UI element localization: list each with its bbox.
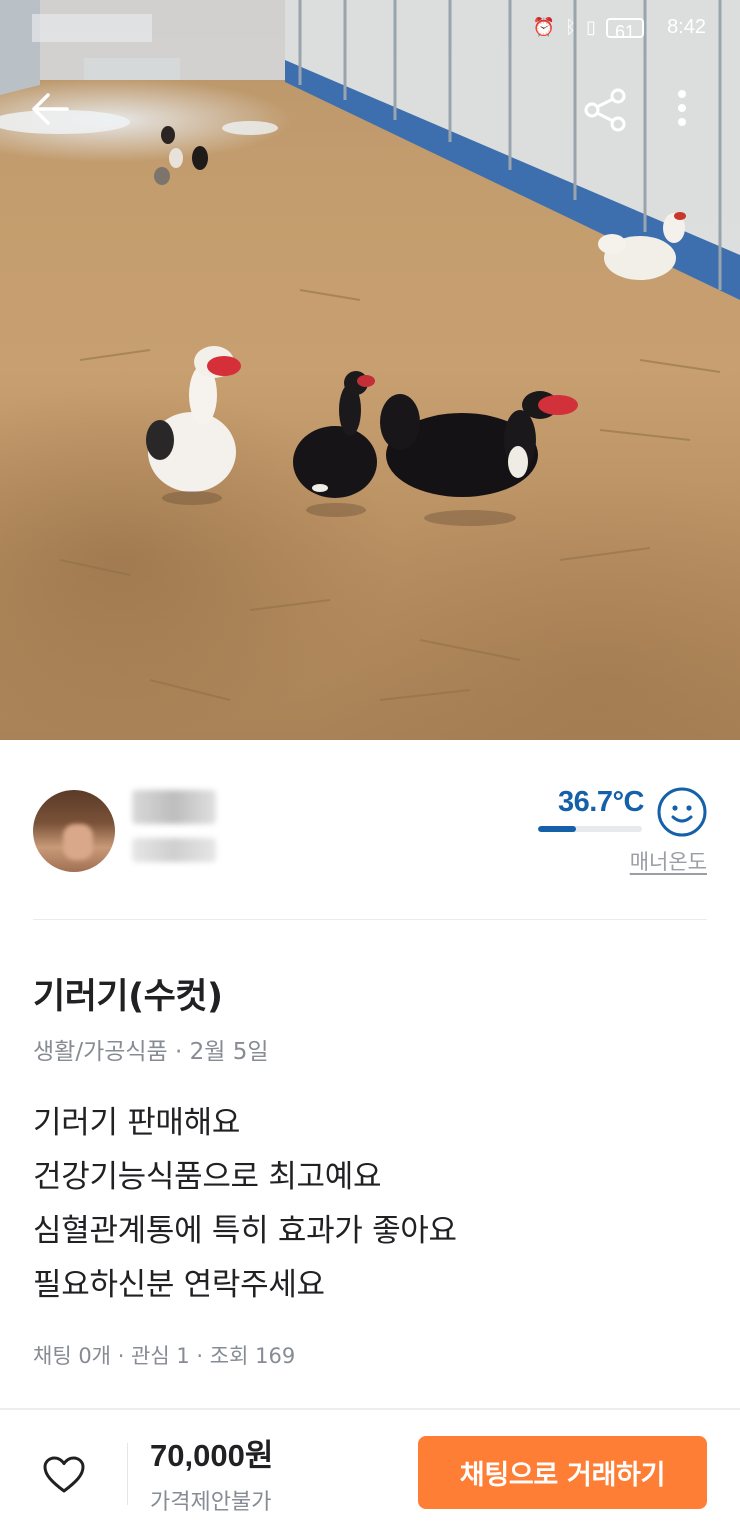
price-note: 가격제안불가: [150, 1490, 272, 1515]
post-meta: 생활/가공식품 · 2월 5일: [33, 1032, 269, 1066]
more-options-button[interactable]: [676, 88, 712, 138]
avatar-face: [63, 824, 93, 860]
stats-separator: ·: [196, 1344, 210, 1368]
chat-trade-button[interactable]: 채팅으로 거래하기: [418, 1436, 707, 1509]
post-body-line: 필요하신분 연락주세요: [33, 1267, 325, 1303]
manner-temperature: 36.7°C: [536, 786, 644, 838]
post-category[interactable]: 생활/가공식품: [33, 1039, 168, 1065]
battery-icon: 61: [606, 18, 644, 42]
temperature-value: 36.7°C: [558, 786, 644, 818]
vibrate-icon: ▯: [586, 17, 596, 38]
manner-temperature-link[interactable]: 매너온도: [630, 846, 707, 876]
meta-separator: ·: [175, 1039, 190, 1065]
chat-count: 채팅 0개: [33, 1344, 111, 1368]
temperature-bar-fill: [538, 826, 577, 832]
bluetooth-icon: ᛒ: [565, 17, 577, 38]
temperature-bar: [538, 826, 642, 832]
divider: [33, 919, 707, 920]
vertical-divider: [127, 1443, 128, 1505]
seller-location-redacted: [132, 838, 216, 862]
alarm-icon: ⏰: [532, 17, 556, 38]
seller-name-redacted: [132, 790, 216, 824]
bottom-action-bar: 70,000원 가격제안불가 채팅으로 거래하기: [0, 1408, 740, 1535]
smile-face-icon: [657, 787, 707, 837]
share-button[interactable]: [584, 88, 634, 138]
status-icons: ⏰ ᛒ ▯ 61: [532, 16, 644, 42]
post-body-line: 건강기능식품으로 최고예요: [33, 1159, 382, 1195]
like-button[interactable]: [36, 1448, 92, 1502]
post-date: 2월 5일: [189, 1039, 269, 1065]
status-bar: ⏰ ᛒ ▯ 61 8:42: [0, 0, 740, 56]
stats-separator: ·: [117, 1344, 132, 1368]
post-stats: 채팅 0개 · 관심 1 · 조회 169: [33, 1340, 295, 1370]
post-body-line: 심혈관계통에 특히 효과가 좋아요: [33, 1213, 457, 1249]
post-body: 기러기 판매해요 건강기능식품으로 최고예요 심혈관계통에 특히 효과가 좋아요…: [33, 1096, 713, 1312]
avatar[interactable]: [33, 790, 115, 872]
back-button[interactable]: [30, 92, 82, 136]
view-count: 조회 169: [209, 1344, 296, 1368]
more-vertical-icon: [678, 90, 686, 126]
like-count: 관심 1: [131, 1344, 190, 1368]
price: 70,000원: [150, 1438, 274, 1473]
heart-icon: [43, 1456, 85, 1493]
post-body-line: 기러기 판매해요: [33, 1105, 241, 1141]
back-arrow-icon: [32, 93, 69, 125]
product-photo[interactable]: ⏰ ᛒ ▯ 61 8:42: [0, 0, 740, 740]
share-icon: [584, 88, 626, 132]
status-time: 8:42: [667, 16, 706, 38]
post-title: 기러기(수컷): [33, 977, 223, 1017]
seller-profile[interactable]: 36.7°C 매너온도: [0, 740, 740, 920]
